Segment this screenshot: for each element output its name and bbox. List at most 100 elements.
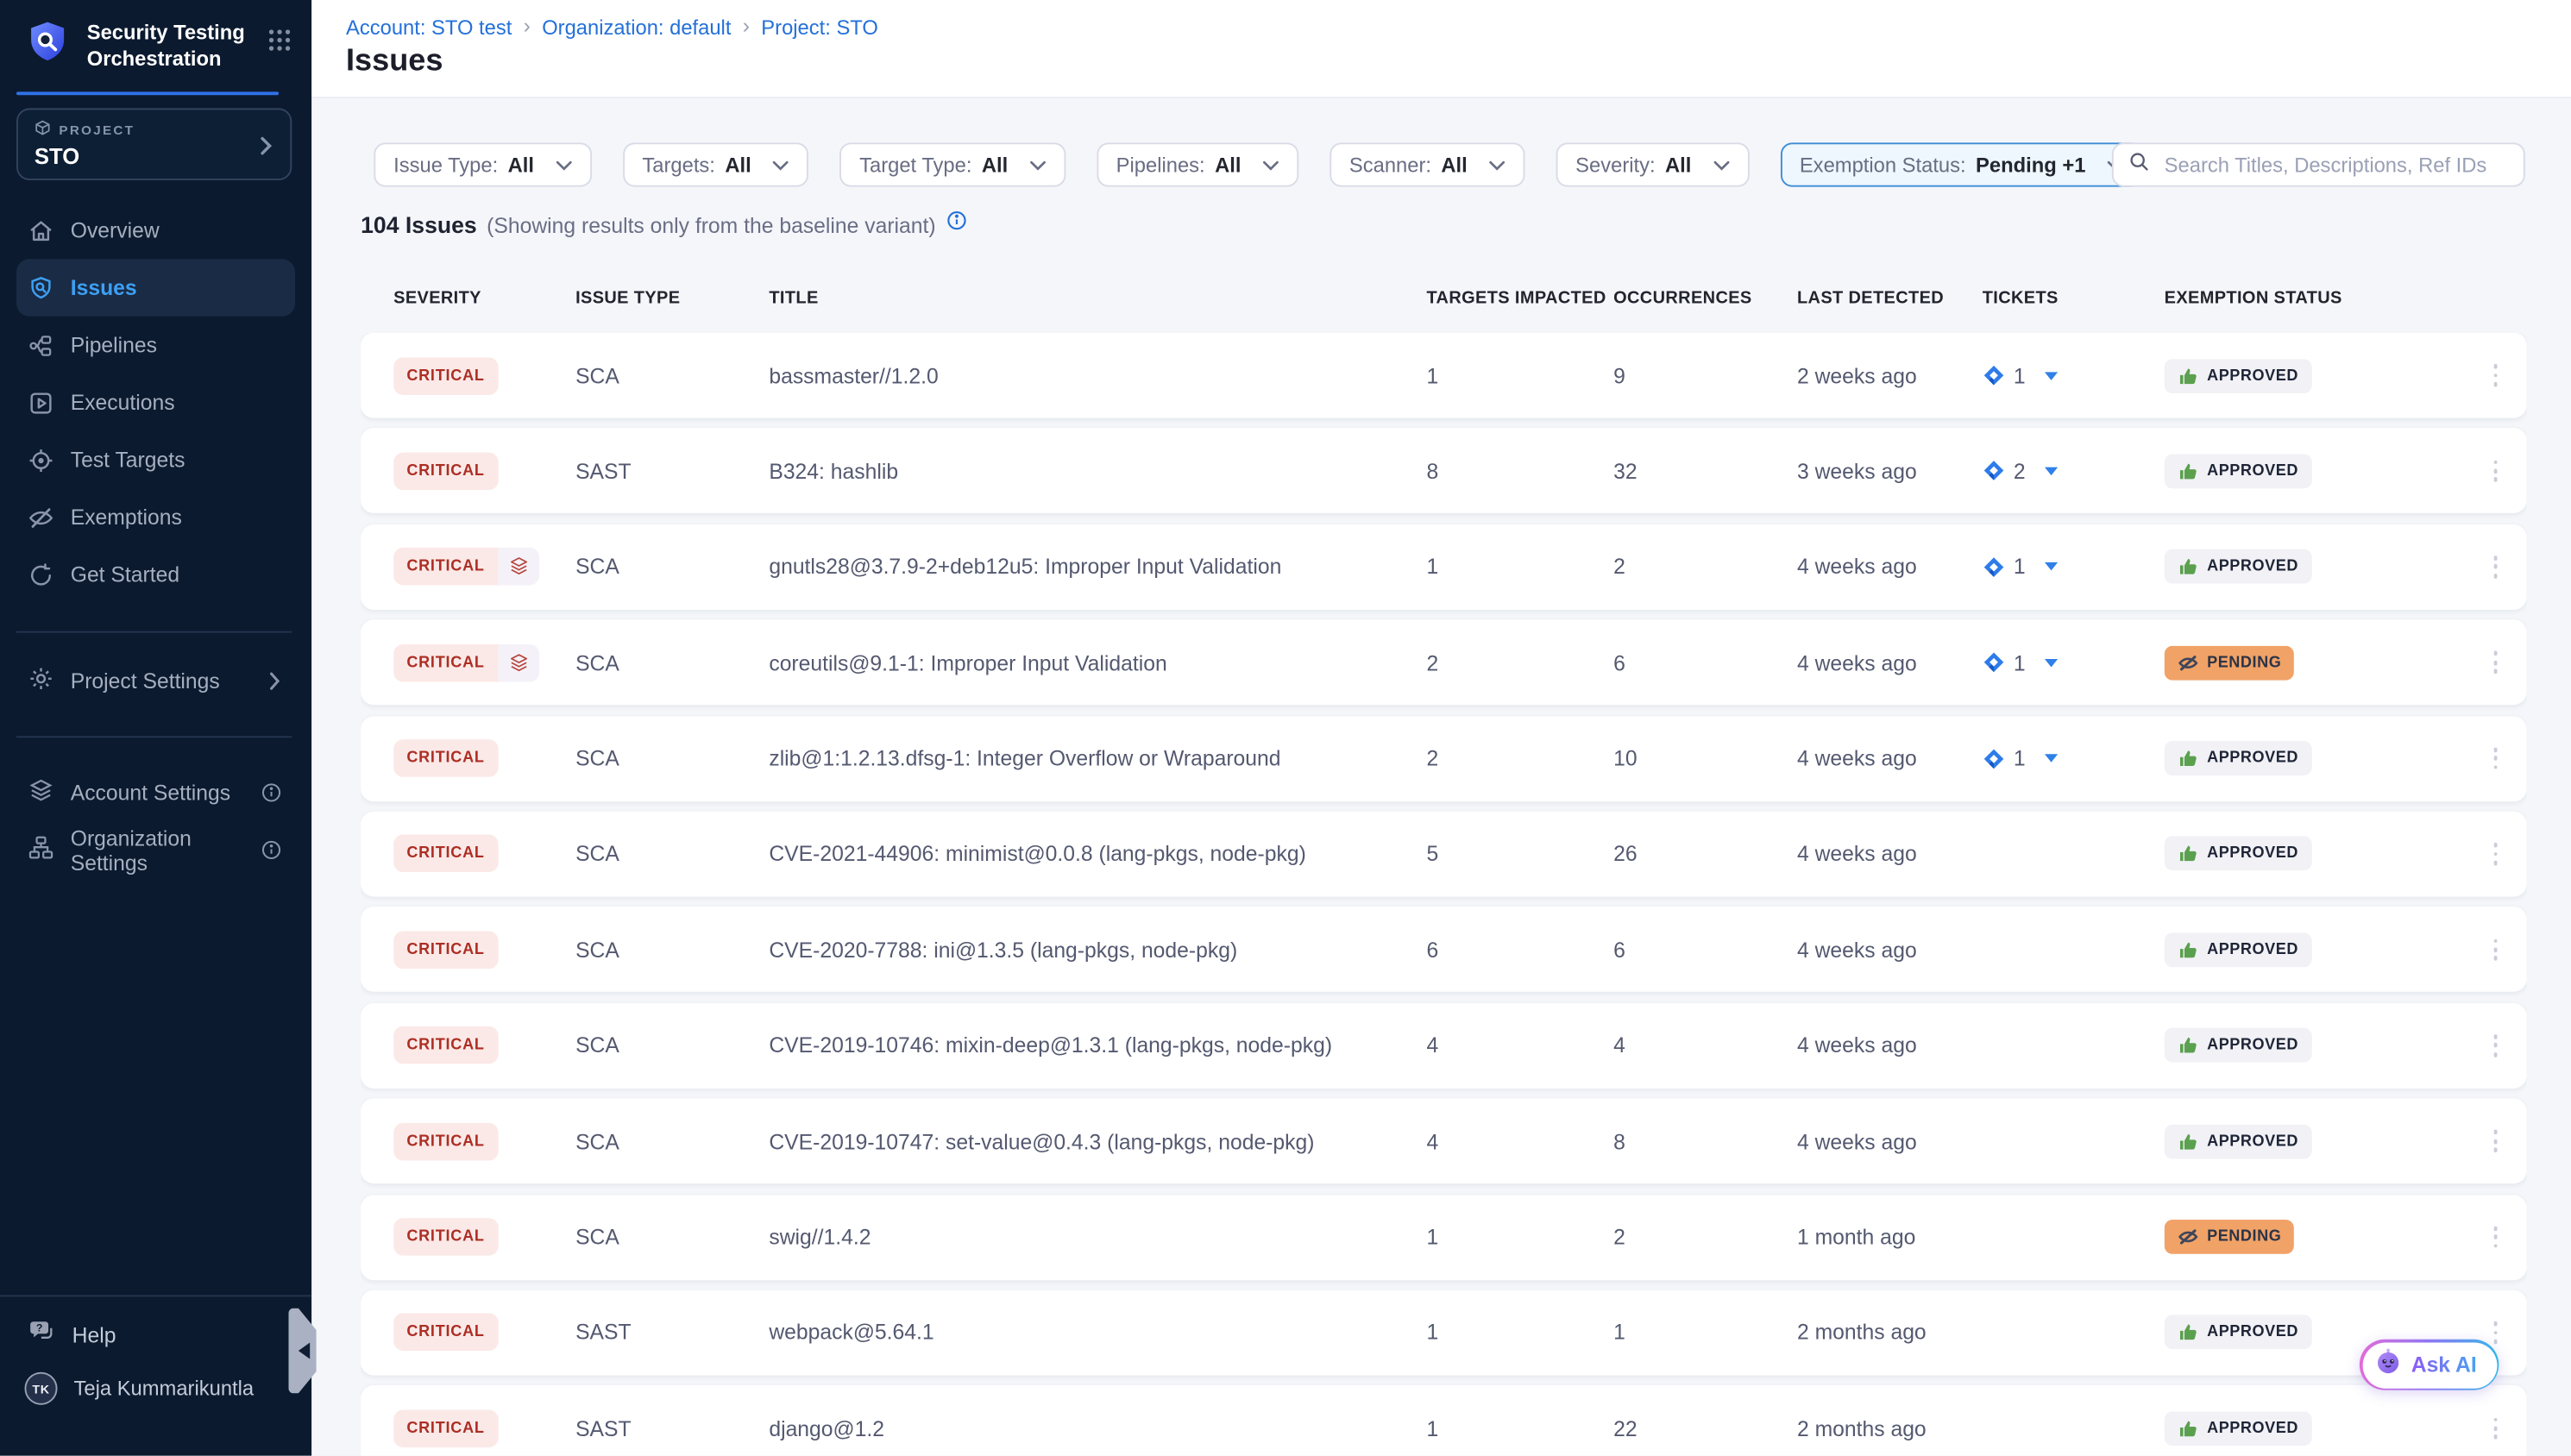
- get-started-icon: [28, 562, 53, 587]
- row-menu-kebab-icon[interactable]: [2484, 1410, 2508, 1446]
- last-detected-cell: 2 weeks ago: [1797, 363, 1983, 388]
- thumbs-up-icon: [2178, 1418, 2199, 1440]
- row-menu-kebab-icon[interactable]: [2484, 1028, 2508, 1064]
- severity-cell: CRITICAL: [393, 739, 575, 777]
- sidebar-item-pipelines[interactable]: Pipelines: [16, 317, 295, 374]
- app-title: Security Testing Orchestration: [87, 18, 251, 89]
- approved-status-badge: APPROVED: [2165, 1411, 2312, 1446]
- issue-row[interactable]: CRITICALSCAzlib@1:1.2.13.dfsg-1: Integer…: [361, 716, 2527, 801]
- issue-type-cell: SCA: [575, 363, 769, 388]
- tickets-cell[interactable]: 2: [1983, 459, 2165, 484]
- sidebar-item-account-settings[interactable]: Account Settings: [16, 764, 295, 822]
- tickets-cell[interactable]: 1: [1983, 746, 2165, 771]
- occurrences-cell: 8: [1613, 1129, 1797, 1154]
- filter-pipelines[interactable]: Pipelines:All: [1097, 142, 1298, 186]
- filter-value: All: [982, 154, 1008, 177]
- sidebar-item-exemptions[interactable]: Exemptions: [16, 488, 295, 546]
- issue-row[interactable]: CRITICALSCACVE-2020-7788: ini@1.3.5 (lan…: [361, 907, 2527, 993]
- chevron-separator-icon: ›: [524, 13, 531, 38]
- sidebar-nav: Overview Issues PipelinesExecutionsTest Ta…: [0, 202, 311, 604]
- issue-row[interactable]: CRITICALSCAbassmaster//1.2.0192 weeks ag…: [361, 333, 2527, 418]
- main-content: Account: STO test › Organization: defaul…: [311, 0, 2571, 1456]
- ticket-dropdown-caret-icon[interactable]: [2045, 658, 2058, 667]
- breadcrumb-organization-link[interactable]: Organization: default: [542, 16, 731, 39]
- issues-count: 104 Issues: [361, 211, 477, 237]
- filter-target-type[interactable]: Target Type:All: [839, 142, 1065, 186]
- search-input[interactable]: [2161, 152, 2509, 178]
- row-menu-kebab-icon[interactable]: [2484, 645, 2508, 681]
- search-box[interactable]: [2112, 142, 2525, 186]
- severity-label: CRITICAL: [393, 1218, 498, 1256]
- tickets-cell[interactable]: 1: [1983, 363, 2165, 388]
- module-switcher-icon[interactable]: [267, 18, 292, 89]
- issue-row[interactable]: CRITICALSCACVE-2021-44906: minimist@0.0.…: [361, 812, 2527, 897]
- gear-icon: [28, 666, 53, 697]
- filter-issue-type[interactable]: Issue Type:All: [374, 142, 591, 186]
- issue-row[interactable]: CRITICALSCAgnutls28@3.7.9-2+deb12u5: Imp…: [361, 524, 2527, 610]
- issue-row[interactable]: CRITICALSCAswig//1.4.2121 month agoPENDI…: [361, 1195, 2527, 1280]
- sidebar-item-executions[interactable]: Executions: [16, 373, 295, 431]
- row-menu-kebab-icon[interactable]: [2484, 741, 2508, 776]
- severity-label: CRITICAL: [393, 548, 498, 586]
- ticket-dropdown-caret-icon[interactable]: [2045, 371, 2058, 380]
- status-label: APPROVED: [2207, 1419, 2298, 1437]
- filter-targets[interactable]: Targets:All: [623, 142, 809, 186]
- filter-severity[interactable]: Severity:All: [1556, 142, 1749, 186]
- sidebar-item-label: Issues: [71, 275, 137, 300]
- filter-exemption-status[interactable]: Exemption Status:Pending +1: [1780, 142, 2143, 186]
- severity-badge: CRITICAL: [393, 1409, 498, 1447]
- chevron-down-icon: [556, 160, 572, 169]
- filter-scanner[interactable]: Scanner:All: [1330, 142, 1524, 186]
- severity-badge: CRITICAL: [393, 1026, 498, 1064]
- user-menu[interactable]: TK Teja Kummarikuntla: [0, 1349, 311, 1405]
- ticket-dropdown-caret-icon[interactable]: [2045, 754, 2058, 763]
- sidebar-item-overview[interactable]: Overview: [16, 202, 295, 260]
- sidebar-item-label: Account Settings: [71, 781, 230, 806]
- sidebar-item-issues[interactable]: Issues: [16, 259, 295, 317]
- tickets-cell[interactable]: 1: [1983, 555, 2165, 580]
- last-detected-cell: 4 weeks ago: [1797, 1129, 1983, 1154]
- chevron-down-icon: [1262, 160, 1279, 169]
- row-menu-kebab-icon[interactable]: [2484, 454, 2508, 489]
- row-menu-kebab-icon[interactable]: [2484, 837, 2508, 872]
- layers-gear-icon: [28, 777, 53, 808]
- occurrences-cell: 2: [1613, 555, 1797, 580]
- filter-value: All: [1441, 154, 1467, 177]
- issue-row[interactable]: CRITICALSCACVE-2019-10747: set-value@0.4…: [361, 1099, 2527, 1184]
- sidebar-item-organization-settings[interactable]: Organization Settings: [16, 821, 295, 879]
- target-icon: [28, 447, 53, 473]
- breadcrumb-account-link[interactable]: Account: STO test: [346, 16, 512, 39]
- issue-row[interactable]: CRITICALSASTwebpack@5.64.1112 months ago…: [361, 1290, 2527, 1376]
- issue-row[interactable]: CRITICALSASTB324: hashlib8323 weeks ago2…: [361, 429, 2527, 514]
- row-menu-kebab-icon[interactable]: [2484, 932, 2508, 968]
- issue-type-cell: SAST: [575, 1416, 769, 1441]
- occurrences-cell: 4: [1613, 1033, 1797, 1058]
- breadcrumb-project-link[interactable]: Project: STO: [761, 16, 878, 39]
- ask-ai-button[interactable]: Ask AI: [2360, 1340, 2499, 1390]
- issue-row[interactable]: CRITICALSASTdjango@1.21222 months agoAPP…: [361, 1385, 2527, 1455]
- info-icon[interactable]: [946, 210, 967, 239]
- info-icon[interactable]: [261, 782, 282, 804]
- project-selector[interactable]: PROJECT STO: [16, 108, 292, 180]
- severity-badge: CRITICAL: [393, 1314, 498, 1352]
- ticket-dropdown-caret-icon[interactable]: [2045, 562, 2058, 571]
- tickets-cell[interactable]: 1: [1983, 650, 2165, 675]
- row-menu-kebab-icon[interactable]: [2484, 358, 2508, 393]
- exemption-status-cell: PENDING: [2165, 645, 2465, 680]
- row-menu-kebab-icon[interactable]: [2484, 549, 2508, 585]
- sidebar-item-label: Get Started: [71, 562, 179, 587]
- row-menu-kebab-icon[interactable]: [2484, 1219, 2508, 1254]
- sidebar-item-get-started[interactable]: Get Started: [16, 546, 295, 604]
- row-menu-kebab-icon[interactable]: [2484, 1123, 2508, 1158]
- sidebar-item-test-targets[interactable]: Test Targets: [16, 431, 295, 489]
- ticket-dropdown-caret-icon[interactable]: [2045, 467, 2058, 475]
- status-label: APPROVED: [2207, 1133, 2298, 1151]
- severity-label: CRITICAL: [393, 1026, 498, 1064]
- severity-badge: CRITICAL: [393, 356, 498, 394]
- help-button[interactable]: ? Help: [0, 1296, 311, 1349]
- issue-row[interactable]: CRITICALSCACVE-2019-10746: mixin-deep@1.…: [361, 1003, 2527, 1089]
- info-icon[interactable]: [261, 839, 282, 861]
- sidebar-item-project-settings[interactable]: Project Settings: [16, 652, 295, 710]
- severity-badge: CRITICAL: [393, 835, 498, 873]
- issue-row[interactable]: CRITICALSCAcoreutils@9.1-1: Improper Inp…: [361, 620, 2527, 706]
